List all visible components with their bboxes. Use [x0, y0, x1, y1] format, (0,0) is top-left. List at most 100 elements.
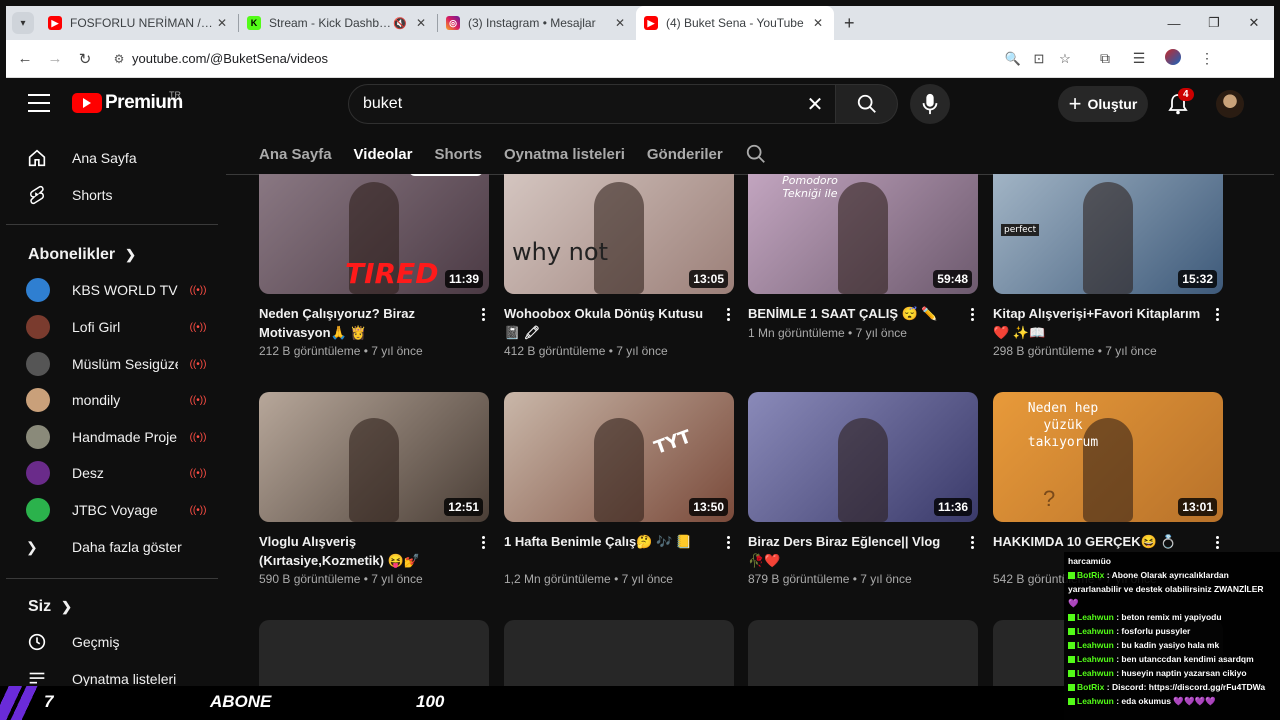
- sidebar-item-subscription[interactable]: Desz ((•)): [6, 455, 218, 491]
- tab-videos[interactable]: Videolar: [353, 134, 412, 176]
- profile-icon[interactable]: [1156, 49, 1190, 68]
- video-title[interactable]: 1 Hafta Benimle Çalış🤔 🎶 📒: [504, 532, 716, 551]
- video-card[interactable]: perfect 15:32 Kitap Alışverişi+Favori Kita…: [993, 174, 1223, 384]
- video-menu-kebab-icon[interactable]: [1211, 536, 1223, 549]
- zoom-icon[interactable]: 🔍: [1000, 51, 1026, 67]
- sidebar-item-subscription[interactable]: Lofi Girl ((•)): [6, 309, 218, 345]
- thumbnail-figure: [838, 418, 888, 522]
- tab-playlists[interactable]: Oynatma listeleri: [504, 134, 625, 174]
- video-card[interactable]: why not 13:05 Wohoobox Okula Dönüş Kutusu📓…: [504, 174, 734, 384]
- chevron-right-icon: ❯: [61, 599, 73, 614]
- install-app-icon[interactable]: ⊡: [1026, 51, 1052, 67]
- video-menu-kebab-icon[interactable]: [722, 536, 734, 549]
- close-tab-icon[interactable]: ✕: [413, 16, 429, 30]
- close-tab-icon[interactable]: ✕: [810, 16, 826, 30]
- you-heading[interactable]: Siz ❯: [28, 598, 72, 616]
- video-thumbnail[interactable]: why not 13:05: [504, 174, 734, 294]
- sidebar-divider: [6, 578, 218, 579]
- back-arrow-icon[interactable]: ←: [10, 50, 40, 67]
- new-tab-button[interactable]: +: [844, 13, 855, 34]
- tab-posts[interactable]: Gönderiler: [647, 134, 723, 174]
- chat-message: Leahwun : beton remix mi yapiyodu: [1068, 610, 1276, 624]
- video-card[interactable]: 11:36 Biraz Ders Biraz Eğlence|| Vlog 🥀❤️…: [748, 392, 978, 602]
- channel-search-icon[interactable]: [745, 134, 767, 174]
- menu-hamburger-icon[interactable]: [28, 94, 50, 112]
- video-title[interactable]: Vloglu Alışveriş (Kırtasiye,Kozmetik) 😝💅: [259, 532, 471, 570]
- forward-arrow-icon[interactable]: →: [40, 50, 70, 67]
- video-meta: 298 B görüntüleme • 7 yıl önce: [993, 344, 1157, 358]
- video-thumbnail[interactable]: 11:36: [748, 392, 978, 522]
- chat-message: Leahwun : bu kadin yasiyo hala mk: [1068, 638, 1276, 652]
- sidebar-item-shorts[interactable]: Shorts: [6, 177, 218, 213]
- muted-audio-icon[interactable]: 🔇: [393, 17, 407, 30]
- video-menu-kebab-icon[interactable]: [477, 536, 489, 549]
- chat-message: BotRix : Discord: https://discord.gg/rFu…: [1068, 680, 1276, 694]
- video-meta: 212 B görüntüleme • 7 yıl önce: [259, 344, 423, 358]
- video-card[interactable]: 12:51 Vloglu Alışveriş (Kırtasiye,Kozmeti…: [259, 392, 489, 602]
- thumbnail-overlay-text: TIRED: [345, 257, 439, 290]
- video-menu-kebab-icon[interactable]: [1211, 308, 1223, 321]
- tab-home[interactable]: Ana Sayfa: [259, 134, 332, 174]
- create-button[interactable]: + Oluştur: [1058, 86, 1148, 122]
- youtube-premium-logo[interactable]: Premium TR: [72, 90, 183, 114]
- video-thumbnail[interactable]: TIRED SCHOOL MONDAY KILL ME NOW 11:39: [259, 174, 489, 294]
- sidebar-item-subscription[interactable]: Handmade Proje... ((•)): [6, 419, 218, 455]
- sidebar-item-home[interactable]: Ana Sayfa: [6, 140, 218, 176]
- thumbnail-figure: [594, 418, 644, 522]
- video-thumbnail[interactable]: Pomodoro Tekniği ile 59:48: [748, 174, 978, 294]
- video-menu-kebab-icon[interactable]: [477, 308, 489, 321]
- bookmark-star-icon[interactable]: ☆: [1052, 51, 1078, 67]
- tab-shorts[interactable]: Shorts: [434, 134, 482, 174]
- browser-tab-4-active[interactable]: ▶ (4) Buket Sena - YouTube ✕: [636, 6, 834, 40]
- restore-icon[interactable]: ❐: [1194, 15, 1234, 31]
- close-window-icon[interactable]: ✕: [1234, 15, 1274, 31]
- close-tab-icon[interactable]: ✕: [214, 16, 230, 30]
- video-thumbnail[interactable]: Neden hep yüzük takıyorum? 13:01: [993, 392, 1223, 522]
- tab-search-button[interactable]: ▾: [12, 12, 34, 34]
- video-menu-kebab-icon[interactable]: [966, 308, 978, 321]
- browser-tab-3[interactable]: ◎ (3) Instagram • Mesajlar ✕: [438, 6, 636, 40]
- close-tab-icon[interactable]: ✕: [612, 16, 628, 30]
- voice-search-button[interactable]: [910, 84, 950, 124]
- video-card[interactable]: TIRED SCHOOL MONDAY KILL ME NOW 11:39 Neden…: [259, 174, 489, 384]
- sidebar-item-subscription[interactable]: mondily ((•)): [6, 382, 218, 418]
- minimize-icon[interactable]: —: [1154, 16, 1194, 31]
- address-bar[interactable]: ⚙ youtube.com/@BuketSena/videos 🔍 ⊡ ☆: [106, 43, 1078, 74]
- clear-search-icon[interactable]: ✕: [795, 92, 835, 117]
- subscriptions-heading[interactable]: Abonelikler ❯: [28, 246, 136, 264]
- show-more-button[interactable]: ❯ Daha fazla göster: [6, 529, 218, 565]
- search-input[interactable]: buket ✕: [348, 84, 836, 124]
- stream-subscriber-goal-bar: 7 ABONE 100: [0, 686, 1064, 720]
- video-card[interactable]: Pomodoro Tekniği ile 59:48 BENİMLE 1 SAAT …: [748, 174, 978, 384]
- video-title[interactable]: BENİMLE 1 SAAT ÇALIŞ 😴 ✏️: [748, 304, 960, 323]
- video-title[interactable]: Kitap Alışverişi+Favori Kitaplarım ❤️ ✨📖: [993, 304, 1205, 342]
- url-text[interactable]: youtube.com/@BuketSena/videos: [132, 51, 1000, 66]
- video-title[interactable]: Biraz Ders Biraz Eğlence|| Vlog 🥀❤️: [748, 532, 960, 570]
- site-info-icon[interactable]: ⚙: [106, 52, 132, 66]
- extensions-icon[interactable]: ⧉: [1088, 50, 1122, 67]
- video-title[interactable]: Neden Çalışıyoruz? Biraz Motivasyon🙏 👸: [259, 304, 471, 342]
- browser-tab-2[interactable]: K Stream - Kick Dashboard 🔇 ✕: [239, 6, 437, 40]
- video-menu-kebab-icon[interactable]: [966, 536, 978, 549]
- menu-kebab-icon[interactable]: ⋮: [1190, 50, 1224, 67]
- sidebar-item-playlists[interactable]: Oynatma listeleri: [6, 661, 218, 686]
- media-control-icon[interactable]: ☰: [1122, 50, 1156, 67]
- account-avatar[interactable]: [1216, 90, 1244, 118]
- sidebar-item-subscription[interactable]: JTBC Voyage ((•)): [6, 492, 218, 528]
- sidebar-item-subscription[interactable]: Müslüm Sesigüzel ((•)): [6, 346, 218, 382]
- video-title[interactable]: Wohoobox Okula Dönüş Kutusu📓 🖍: [504, 304, 716, 342]
- sidebar-item-subscription[interactable]: KBS WORLD TV ((•)): [6, 272, 218, 308]
- browser-tab-1[interactable]: ▶ FOSFORLU NERİMAN / Özel Ko ✕: [40, 6, 238, 40]
- search-button[interactable]: [836, 84, 898, 124]
- video-thumbnail[interactable]: perfect 15:32: [993, 174, 1223, 294]
- live-indicator-icon: ((•)): [189, 467, 207, 479]
- history-icon: [6, 631, 72, 653]
- sidebar-item-history[interactable]: Geçmiş: [6, 624, 218, 660]
- chat-separator: :: [1104, 682, 1112, 692]
- video-thumbnail[interactable]: TYT 13:50: [504, 392, 734, 522]
- video-title[interactable]: HAKKIMDA 10 GERÇEK😆 💍: [993, 532, 1205, 551]
- video-card[interactable]: TYT 13:50 1 Hafta Benimle Çalış🤔 🎶 📒 1,2 Mn…: [504, 392, 734, 602]
- video-thumbnail[interactable]: 12:51: [259, 392, 489, 522]
- reload-icon[interactable]: ↻: [70, 50, 100, 68]
- video-menu-kebab-icon[interactable]: [722, 308, 734, 321]
